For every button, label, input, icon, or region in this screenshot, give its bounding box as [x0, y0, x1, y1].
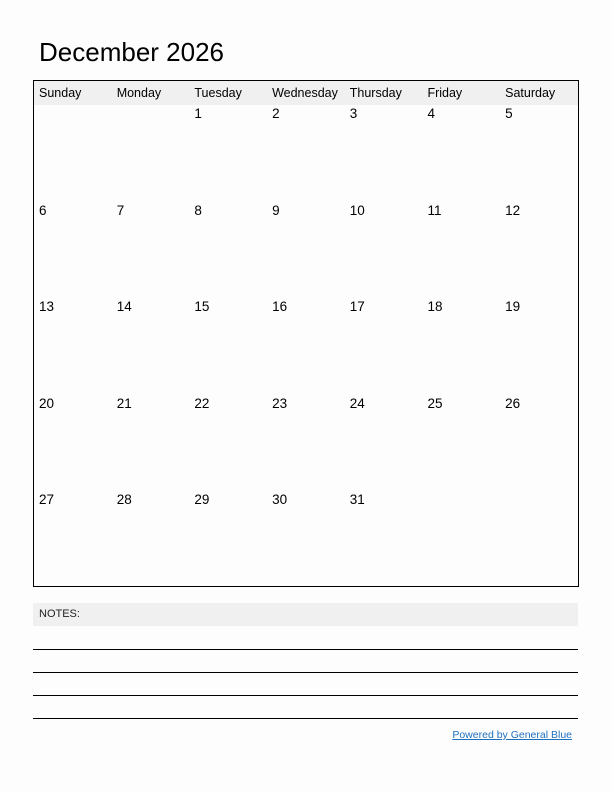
day-cell: 27	[39, 492, 55, 507]
weekday-label: Saturday	[505, 86, 556, 100]
day-cell: 25	[427, 395, 443, 411]
day-cell: 18	[427, 299, 443, 314]
day-cell: 15	[194, 299, 210, 314]
day-cell: 3	[349, 106, 358, 121]
day-cell	[34, 105, 112, 202]
day-cell: 21	[116, 395, 132, 411]
day-cell	[422, 491, 500, 588]
weekday-label: Wednesday	[272, 86, 338, 100]
day-cell: 29	[194, 492, 210, 507]
notes-line	[33, 718, 578, 719]
weekday-label: Tuesday	[194, 86, 242, 100]
notes-label: NOTES:	[39, 608, 80, 620]
day-cell: 12	[505, 202, 521, 218]
day-cell: 28	[116, 492, 132, 507]
day-cell: 16	[272, 299, 288, 314]
powered-by-link[interactable]: Powered by General Blue	[452, 729, 572, 741]
day-cell: 13	[39, 299, 55, 314]
calendar-body: 1 2 3 4 5 6 7 8 9 10 11 12 13 14 15 16 17 18 19 20 21 22 23 24 2…	[34, 105, 578, 588]
day-cell: 4	[427, 106, 435, 121]
day-cell: 7	[116, 202, 125, 218]
calendar-grid: Sunday Monday Tuesday Wednesday Thursday Frid…	[33, 80, 579, 587]
day-cell	[500, 491, 578, 588]
day-cell: 23	[272, 395, 288, 411]
notes-line	[33, 649, 578, 650]
notes-header: NOTES:	[33, 603, 578, 626]
weekday-label: Sunday	[39, 86, 82, 100]
weekday-label: Friday	[427, 86, 463, 100]
day-cell: 26	[505, 395, 521, 411]
notes-line	[33, 672, 578, 673]
weekday-label: Monday	[116, 86, 162, 100]
day-cell: 5	[505, 106, 513, 121]
day-cell: 22	[194, 395, 210, 411]
day-cell: 30	[272, 492, 288, 507]
day-cell	[112, 105, 190, 202]
day-cell: 6	[39, 202, 47, 218]
day-cell: 14	[116, 299, 132, 314]
day-cell: 9	[272, 202, 280, 218]
day-cell: 19	[505, 299, 521, 314]
day-cell: 20	[39, 395, 55, 411]
day-cell: 24	[349, 395, 365, 411]
day-cell: 31	[349, 492, 365, 507]
day-cell: 11	[427, 202, 442, 218]
page-title: December 2026	[39, 37, 224, 67]
day-cell: 8	[194, 202, 202, 218]
day-cell: 17	[349, 299, 365, 314]
day-cell: 1	[194, 106, 202, 121]
day-cell: 10	[349, 202, 365, 218]
weekday-label: Thursday	[349, 86, 402, 100]
notes-line	[33, 695, 578, 696]
day-cell: 2	[272, 106, 280, 121]
weekday-header: Sunday Monday Tuesday Wednesday Thursday Frid…	[34, 81, 578, 105]
